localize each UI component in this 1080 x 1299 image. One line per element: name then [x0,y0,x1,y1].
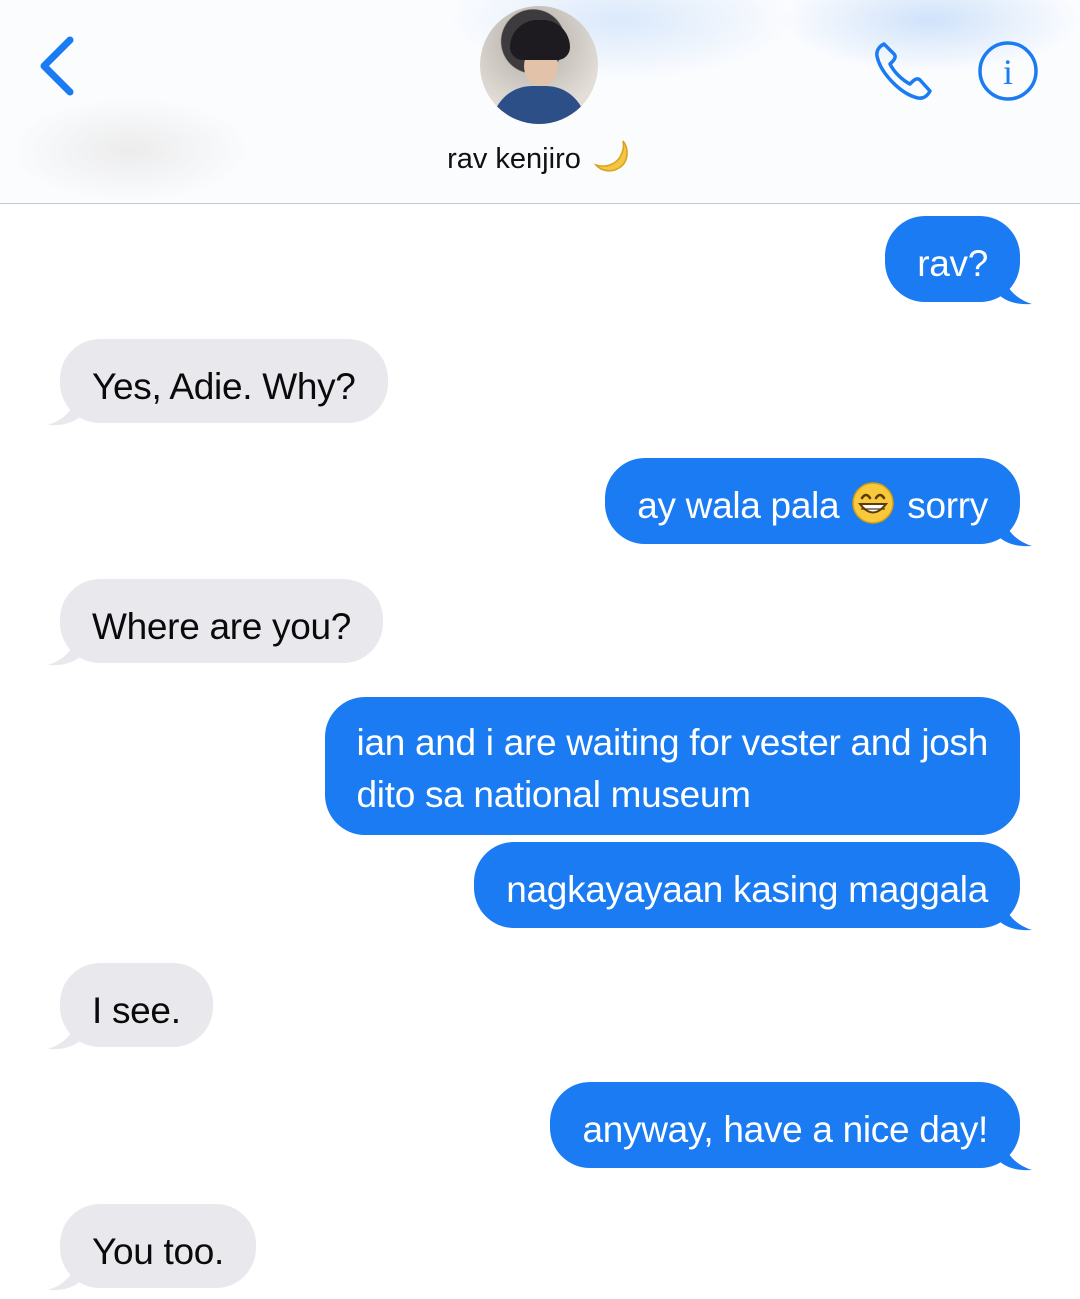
contact-name[interactable]: rav kenjiro [0,138,1080,176]
crescent-moon-icon [593,140,628,172]
received-message-bubble[interactable]: Yes, Adie. Why? [60,339,388,423]
bubble-tail [998,514,1032,547]
message-text-line: dito sa national museum [356,774,751,815]
message-row: rav? [0,216,1080,306]
message-text: rav? [917,243,988,284]
avatar[interactable] [480,6,598,124]
message-row: Where are you? [0,579,1080,669]
sent-message-bubble[interactable]: ay wala pala sorry [605,458,1020,544]
contact-name-text: rav kenjiro [447,143,581,175]
sent-message-bubble[interactable]: nagkayayaan kasing maggala [474,842,1020,928]
conversation-header: rav kenjiro i [0,0,1080,204]
avatar-body [492,86,586,124]
received-message-bubble[interactable]: You too. [60,1204,257,1288]
info-icon: i [978,41,1038,101]
bubble-tail [998,898,1032,931]
received-message-bubble[interactable]: I see. [60,963,213,1047]
chevron-left-icon [40,36,74,96]
grinning-face-icon [852,482,895,524]
phone-icon [875,42,932,100]
message-row: anyway, have a nice day! [0,1082,1080,1172]
message-row: ian and i are waiting for vester and jos… [0,697,1080,837]
avatar-hair [510,20,570,60]
message-text: Where are you? [92,606,352,647]
bubble-tail [48,1017,82,1050]
message-row: You too. [0,1204,1080,1294]
message-row: I see. [0,963,1080,1053]
received-message-bubble[interactable]: Where are you? [60,579,384,663]
back-button[interactable] [30,30,90,100]
bubble-tail [998,272,1032,305]
message-row: Yes, Adie. Why? [0,339,1080,429]
message-text: anyway, have a nice day! [582,1109,988,1150]
bubble-tail [998,1138,1032,1171]
message-text: nagkayayaan kasing maggala [506,869,988,910]
message-text: Yes, Adie. Why? [92,366,356,407]
message-row: ay wala pala sorry [0,458,1080,548]
bubble-tail [48,1258,82,1291]
message-row: nagkayayaan kasing maggala [0,842,1080,932]
phone-button[interactable] [870,38,936,104]
message-text-line: ian and i are waiting for vester and jos… [356,722,989,763]
message-text: I see. [92,990,181,1031]
bubble-tail [48,393,82,426]
sent-message-bubble[interactable]: anyway, have a nice day! [550,1082,1020,1168]
sent-message-bubble[interactable]: ian and i are waiting for vester and jos… [324,697,1020,835]
message-text: You too. [92,1231,225,1272]
info-button[interactable]: i [976,39,1040,103]
message-text: ay wala pala [637,485,840,526]
message-text: sorry [907,485,988,526]
info-glyph: i [1003,52,1013,92]
bubble-tail [48,633,82,666]
